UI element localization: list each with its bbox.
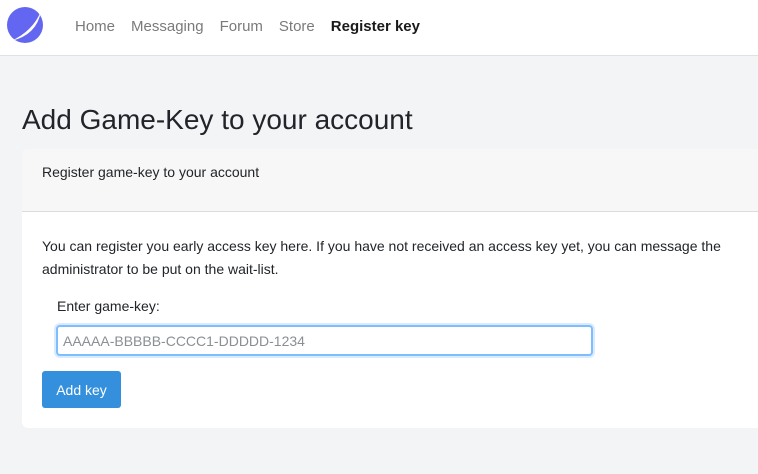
game-key-label: Enter game-key: bbox=[57, 298, 160, 314]
logo-icon[interactable] bbox=[7, 7, 43, 43]
card-header-text: Register game-key to your account bbox=[42, 164, 260, 180]
nav-item-forum[interactable]: Forum bbox=[212, 18, 271, 35]
page-title: Add Game-Key to your account bbox=[22, 104, 413, 135]
card-header: Register game-key to your account bbox=[22, 149, 758, 212]
nav-item-home[interactable]: Home bbox=[67, 18, 123, 35]
nav-item-messaging[interactable]: Messaging bbox=[123, 18, 212, 35]
top-navbar: Home Messaging Forum Store Register key bbox=[0, 0, 758, 56]
card-description: You can register you early access key he… bbox=[42, 238, 721, 277]
nav-item-store[interactable]: Store bbox=[271, 18, 323, 35]
register-key-card: Register game-key to your account You ca… bbox=[22, 149, 758, 428]
add-key-button[interactable]: Add key bbox=[42, 371, 121, 408]
nav-links: Home Messaging Forum Store Register key bbox=[67, 0, 428, 52]
nav-item-register-key[interactable]: Register key bbox=[323, 18, 428, 35]
game-key-input[interactable] bbox=[56, 325, 593, 356]
